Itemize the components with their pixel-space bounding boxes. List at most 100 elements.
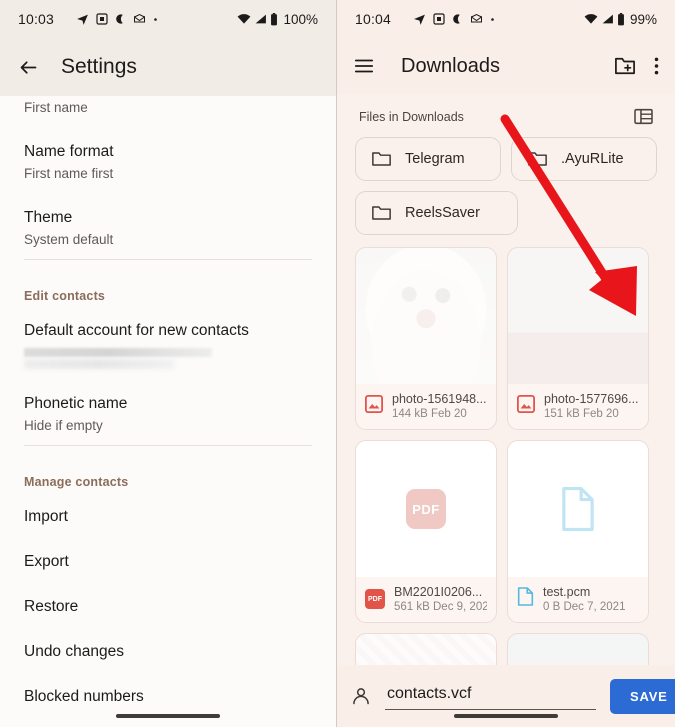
folder-name: .AyuRLite xyxy=(561,151,624,167)
folder-icon xyxy=(372,151,391,167)
files-page-title: Downloads xyxy=(401,54,500,77)
document-file-icon xyxy=(517,587,534,611)
overflow-menu-icon[interactable] xyxy=(654,56,659,76)
person-icon[interactable] xyxy=(351,686,371,706)
settings-item-title: Restore xyxy=(24,598,79,615)
file-meta: 561 kB Dec 9, 2021 xyxy=(394,601,487,613)
navigation-icon xyxy=(413,13,426,26)
settings-item-subtitle: First name first xyxy=(24,166,114,181)
left-phone-screen: 10:03 100% Settings First name Name form… xyxy=(0,0,337,727)
file-card-photo-1[interactable]: photo-1561948... 144 kB Feb 20 xyxy=(355,247,497,430)
file-thumbnail xyxy=(508,248,648,384)
folder-icon xyxy=(528,151,547,167)
right-status-bar: 10:04 99% xyxy=(337,0,675,38)
navigation-icon xyxy=(76,13,89,26)
right-phone-screen: 10:04 99% Downloads Files in Downloads T… xyxy=(337,0,675,727)
file-thumbnail xyxy=(356,248,496,384)
files-in-downloads-header: Files in Downloads xyxy=(337,94,675,133)
settings-item-import[interactable]: Import xyxy=(0,495,336,540)
file-name: photo-1561948... xyxy=(392,392,487,406)
new-folder-icon[interactable] xyxy=(614,56,636,76)
settings-item-title: Undo changes xyxy=(24,643,124,660)
section-divider xyxy=(24,259,312,260)
battery-icon xyxy=(270,12,278,26)
folder-name: ReelsSaver xyxy=(405,205,480,221)
file-grid: photo-1561948... 144 kB Feb 20 photo-157… xyxy=(337,235,675,727)
wifi-icon xyxy=(237,13,251,25)
list-view-icon[interactable] xyxy=(634,108,653,125)
dot-icon xyxy=(490,17,495,22)
file-name: BM2201I0206... xyxy=(394,585,483,599)
settings-item-title: Export xyxy=(24,553,69,570)
section-divider xyxy=(24,445,312,446)
battery-percentage: 99% xyxy=(629,11,657,27)
redacted-account-value xyxy=(24,348,212,357)
settings-item-phonetic-name[interactable]: Phonetic name Hide if empty xyxy=(0,382,336,459)
settings-item-undo-changes[interactable]: Undo changes xyxy=(0,630,336,675)
settings-item-title: Phonetic name xyxy=(24,395,128,412)
settings-item-title: Import xyxy=(24,508,68,525)
save-button[interactable]: SAVE xyxy=(610,678,675,714)
signal-icon xyxy=(254,13,267,25)
navigation-pill[interactable] xyxy=(116,714,220,718)
file-name: photo-1577696... xyxy=(544,392,639,406)
settings-app-bar: Settings xyxy=(0,38,336,96)
status-time: 10:04 xyxy=(355,11,392,27)
folder-chip-telegram[interactable]: Telegram xyxy=(355,137,501,181)
folder-chip-row-2: ReelsSaver xyxy=(337,181,675,235)
back-arrow-icon[interactable] xyxy=(18,57,39,78)
signal-icon xyxy=(601,13,614,25)
moon-icon xyxy=(115,13,126,25)
settings-item-title: Blocked numbers xyxy=(24,688,144,705)
folder-chip-ayurlite[interactable]: .AyuRLite xyxy=(511,137,657,181)
settings-item-restore[interactable]: Restore xyxy=(0,585,336,630)
status-time: 10:03 xyxy=(18,11,55,27)
left-status-bar: 10:03 100% xyxy=(0,0,336,38)
settings-item-title: Theme xyxy=(24,209,73,226)
settings-item-name-format[interactable]: Name format First name first xyxy=(0,130,336,196)
file-meta: 151 kB Feb 20 xyxy=(544,408,619,420)
file-meta: 144 kB Feb 20 xyxy=(392,408,467,420)
file-card-pdf[interactable]: PDF PDF BM2201I0206... 561 kB Dec 9, 202… xyxy=(355,440,497,623)
dot-icon xyxy=(153,17,158,22)
files-header-label: Files in Downloads xyxy=(359,109,464,124)
settings-item-default-account[interactable]: Default account for new contacts xyxy=(0,309,336,382)
filename-input[interactable] xyxy=(385,682,596,710)
mail-icon xyxy=(470,13,483,25)
file-card-pcm[interactable]: test.pcm 0 B Dec 7, 2021 xyxy=(507,440,649,623)
folder-chip-row-1: Telegram .AyuRLite xyxy=(337,133,675,181)
settings-item-export[interactable]: Export xyxy=(0,540,336,585)
folder-chip-reelssaver[interactable]: ReelsSaver xyxy=(355,191,518,235)
section-header-manage-contacts: Manage contacts xyxy=(24,475,129,489)
files-app-bar: Downloads xyxy=(337,38,675,94)
pdf-file-icon: PDF xyxy=(365,589,385,609)
moon-icon xyxy=(452,13,463,25)
settings-item-subtitle: System default xyxy=(24,232,114,247)
folder-row-spacer xyxy=(528,191,657,235)
page-title: Settings xyxy=(61,55,137,78)
dual-screenshot-container: 10:03 100% Settings First name Name form… xyxy=(0,0,675,727)
image-file-icon xyxy=(517,394,535,418)
settings-item-sort-by[interactable]: First name xyxy=(0,99,336,130)
screenshot-icon xyxy=(96,13,108,25)
settings-item-title: Default account for new contacts xyxy=(24,322,249,339)
file-thumbnail: PDF xyxy=(356,441,496,577)
file-meta: 0 B Dec 7, 2021 xyxy=(543,601,626,613)
settings-item-theme[interactable]: Theme System default xyxy=(0,196,336,273)
pdf-placeholder-icon: PDF xyxy=(406,489,446,529)
file-card-photo-2[interactable]: photo-1577696... 151 kB Feb 20 xyxy=(507,247,649,430)
folder-icon xyxy=(372,205,391,221)
settings-item-subtitle: First name xyxy=(24,100,88,115)
settings-list[interactable]: First name Name format First name first … xyxy=(0,96,336,727)
navigation-pill[interactable] xyxy=(454,714,558,718)
image-file-icon xyxy=(365,394,383,418)
redacted-account-value-2 xyxy=(24,359,174,369)
file-thumbnail xyxy=(508,441,648,577)
wifi-icon xyxy=(584,13,598,25)
files-content[interactable]: Files in Downloads Telegram .AyuRLite Re… xyxy=(337,94,675,727)
hamburger-menu-icon[interactable] xyxy=(353,55,375,77)
battery-percentage: 100% xyxy=(283,11,318,27)
folder-name: Telegram xyxy=(405,151,465,167)
file-name: test.pcm xyxy=(543,585,591,599)
mail-icon xyxy=(133,13,146,25)
